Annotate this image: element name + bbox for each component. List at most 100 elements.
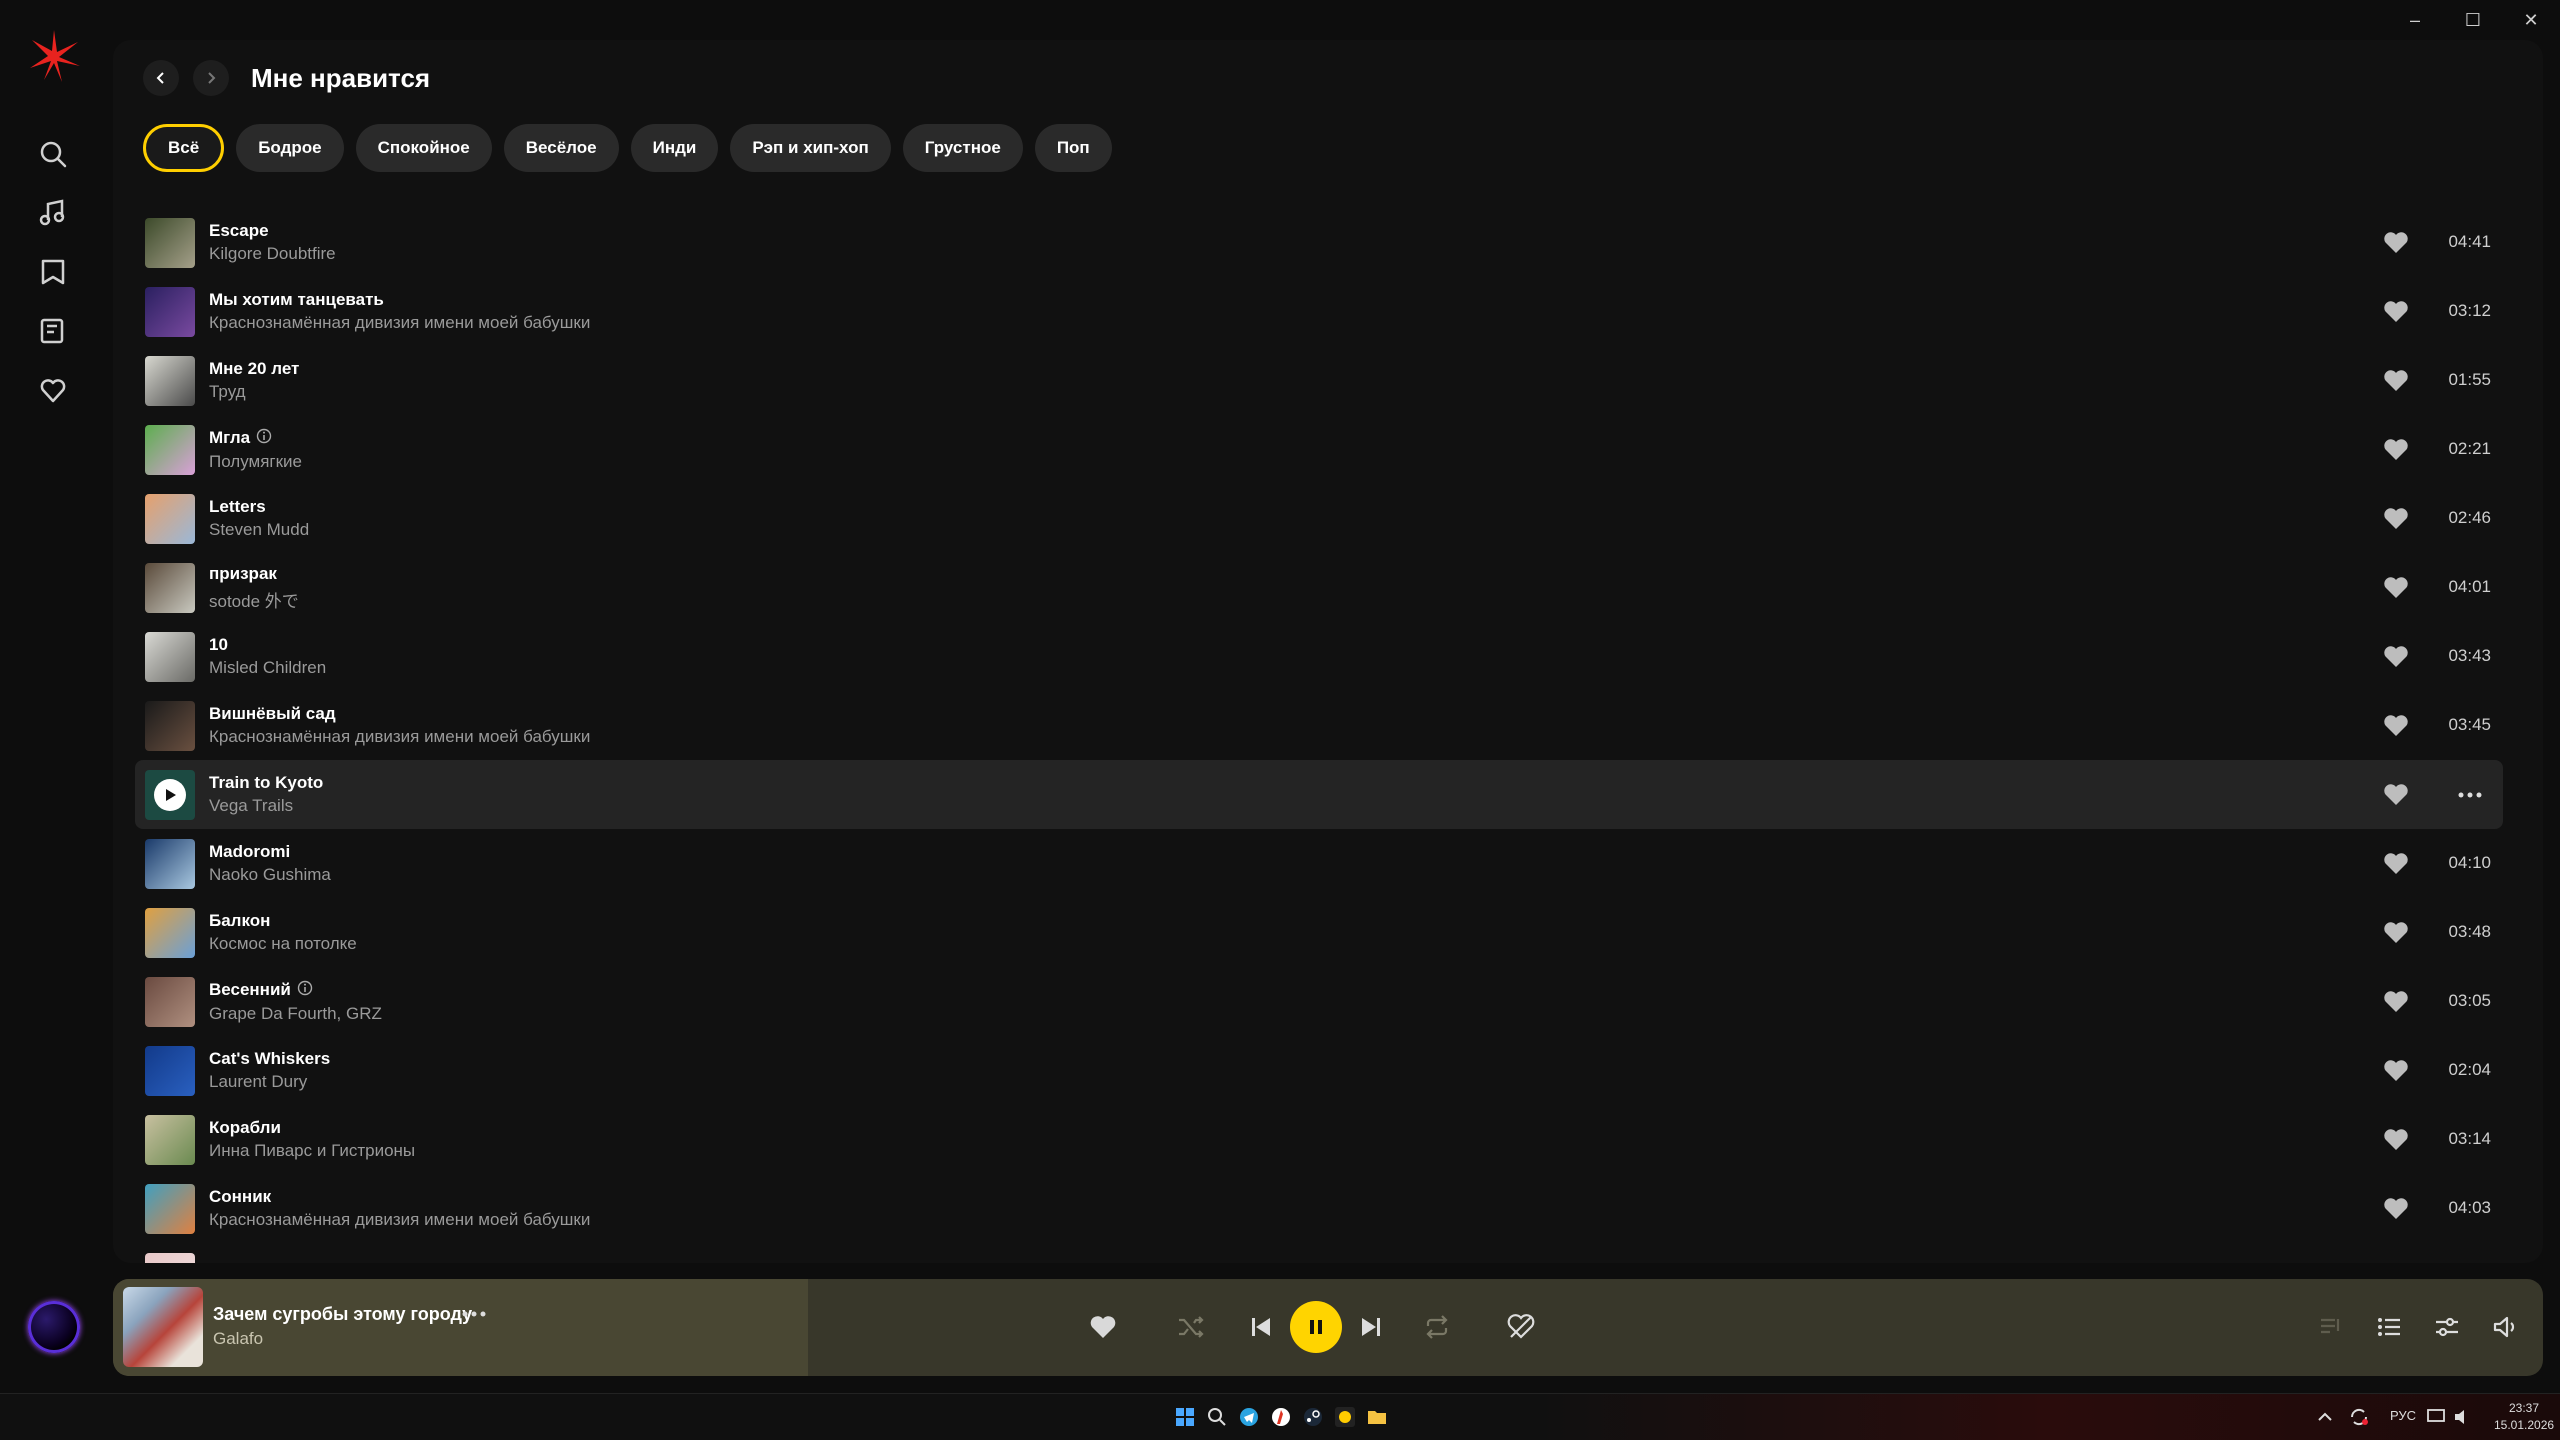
track-title[interactable]: 10 [209, 635, 326, 655]
shuffle-button[interactable] [1173, 1309, 1209, 1345]
heart-icon[interactable] [2383, 782, 2409, 808]
track-cover[interactable] [145, 562, 195, 613]
heart-icon[interactable] [2383, 299, 2409, 325]
taskbar-search-icon[interactable] [1206, 1406, 1228, 1428]
track-artist[interactable]: Труд [209, 382, 299, 402]
track-row[interactable]: Весенний Grape Da Fourth, GRZ 03:05 [135, 967, 2503, 1036]
track-title[interactable]: Train to Kyoto [209, 773, 323, 793]
track-artist[interactable]: Grape Da Fourth, GRZ [209, 1004, 382, 1024]
collection-heart-icon[interactable] [36, 373, 70, 407]
heart-icon[interactable] [2383, 713, 2409, 739]
close-window-button[interactable]: ✕ [2502, 0, 2560, 40]
track-row[interactable]: Escape Kilgore Doubtfire 04:41 [135, 208, 2503, 277]
now-playing-title[interactable]: Зачем сугробы этому городу [213, 1304, 472, 1325]
track-title[interactable]: Балкон [209, 911, 357, 931]
track-artist[interactable]: Инна Пиварс и Гистрионы [209, 1141, 415, 1161]
filter-chip[interactable]: Поп [1034, 124, 1112, 172]
track-artist[interactable]: Misled Children [209, 658, 326, 678]
track-cover[interactable] [145, 355, 195, 406]
queue-button[interactable] [2371, 1309, 2407, 1345]
sync-icon[interactable] [2348, 1406, 2370, 1428]
minimize-button[interactable]: – [2386, 0, 2444, 40]
now-playing-cover[interactable] [123, 1287, 203, 1367]
clock[interactable]: 23:37 15.01.2026 [2494, 1400, 2554, 1434]
volume-button[interactable] [2487, 1309, 2523, 1345]
track-title[interactable]: Мне 20 лет [209, 359, 299, 379]
avatar[interactable] [28, 1301, 80, 1353]
track-cover[interactable] [145, 217, 195, 268]
heart-icon[interactable] [2383, 1196, 2409, 1222]
track-title[interactable]: Весенний [209, 980, 382, 1001]
monitor-icon[interactable] [2426, 1406, 2448, 1428]
track-row[interactable]: Вишнёвый сад Краснознамённая дивизия имен… [135, 691, 2503, 760]
heart-icon[interactable] [2383, 575, 2409, 601]
track-title[interactable]: призрак [209, 564, 299, 584]
track-cover[interactable] [145, 976, 195, 1027]
filter-chip[interactable]: Инди [630, 124, 719, 172]
track-row[interactable]: Мгла Полумягкие 02:21 [135, 415, 2503, 484]
track-artist[interactable]: Kilgore Doubtfire [209, 244, 336, 264]
next-button[interactable] [1353, 1309, 1389, 1345]
track-cover[interactable] [145, 1045, 195, 1096]
track-artist[interactable]: Laurent Dury [209, 1072, 330, 1092]
track-row[interactable]: Train to Kyoto Vega Trails [135, 760, 2503, 829]
track-artist[interactable]: Naoko Gushima [209, 865, 331, 885]
previous-button[interactable] [1243, 1309, 1279, 1345]
heart-icon[interactable] [2383, 1127, 2409, 1153]
track-row[interactable]: Балкон Космос на потолке 03:48 [135, 898, 2503, 967]
track-title[interactable]: Escape [209, 221, 336, 241]
filter-chip[interactable]: Рэп и хип-хоп [730, 124, 891, 172]
track-cover[interactable] [145, 907, 195, 958]
info-icon[interactable] [256, 428, 272, 449]
filter-chip[interactable]: Бодрое [236, 124, 344, 172]
chevron-up-icon[interactable] [2316, 1406, 2334, 1428]
steam-icon[interactable] [1302, 1406, 1324, 1428]
dislike-button[interactable] [1503, 1309, 1539, 1345]
filter-chip[interactable]: Грустное [902, 124, 1023, 172]
track-row[interactable]: Мне 20 лет Труд 01:55 [135, 346, 2503, 415]
track-row[interactable]: Toma: Foggy Woods [135, 1243, 2503, 1263]
heart-icon[interactable] [2383, 506, 2409, 532]
track-row[interactable]: Madoromi Naoko Gushima 04:10 [135, 829, 2503, 898]
pause-button[interactable] [1290, 1301, 1342, 1353]
track-title[interactable]: Cat's Whiskers [209, 1049, 330, 1069]
track-artist[interactable]: Краснознамённая дивизия имени моей бабуш… [209, 1210, 590, 1230]
back-button[interactable] [143, 60, 179, 96]
heart-icon[interactable] [2383, 644, 2409, 670]
track-artist[interactable]: sotode 外で [209, 587, 299, 612]
search-icon[interactable] [36, 137, 70, 171]
heart-icon[interactable] [2383, 230, 2409, 256]
now-playing-artist[interactable]: Galafo [213, 1329, 263, 1349]
repeat-button[interactable] [1419, 1309, 1455, 1345]
browser-icon[interactable] [1270, 1406, 1292, 1428]
track-row[interactable]: Letters Steven Mudd 02:46 [135, 484, 2503, 553]
track-row[interactable]: призрак sotode 外で 04:01 [135, 553, 2503, 622]
heart-icon[interactable] [2383, 989, 2409, 1015]
track-artist[interactable]: Космос на потолке [209, 934, 357, 954]
heart-icon[interactable] [2383, 437, 2409, 463]
track-artist[interactable]: Полумягкие [209, 452, 302, 472]
audiobook-icon[interactable] [36, 314, 70, 348]
music-note-icon[interactable] [36, 196, 70, 230]
track-row[interactable]: 10 Misled Children 03:43 [135, 622, 2503, 691]
track-row[interactable]: Корабли Инна Пиварс и Гистрионы 03:14 [135, 1105, 2503, 1174]
track-row[interactable]: Мы хотим танцевать Краснознамённая дивизи… [135, 277, 2503, 346]
heart-icon[interactable] [2383, 920, 2409, 946]
filter-chip[interactable]: Всё [143, 124, 225, 172]
track-title[interactable]: Мгла [209, 428, 302, 449]
play-track-button[interactable] [145, 769, 195, 820]
track-title[interactable]: Madoromi [209, 842, 331, 862]
track-cover[interactable] [145, 700, 195, 751]
track-row[interactable]: Сонник Краснознамённая дивизия имени моей… [135, 1174, 2503, 1243]
track-title[interactable]: Вишнёвый сад [209, 704, 590, 724]
track-cover[interactable] [145, 1252, 195, 1263]
podcast-icon[interactable] [36, 255, 70, 289]
language-indicator[interactable]: РУС [2390, 1408, 2416, 1423]
track-title[interactable]: Корабли [209, 1118, 415, 1138]
speaker-icon[interactable] [2452, 1406, 2474, 1428]
heart-icon[interactable] [2383, 368, 2409, 394]
track-artist[interactable]: Steven Mudd [209, 520, 309, 540]
yandex-music-taskbar-icon[interactable] [1334, 1406, 1356, 1428]
windows-start-icon[interactable] [1174, 1406, 1196, 1428]
track-title[interactable]: Мы хотим танцевать [209, 290, 590, 310]
